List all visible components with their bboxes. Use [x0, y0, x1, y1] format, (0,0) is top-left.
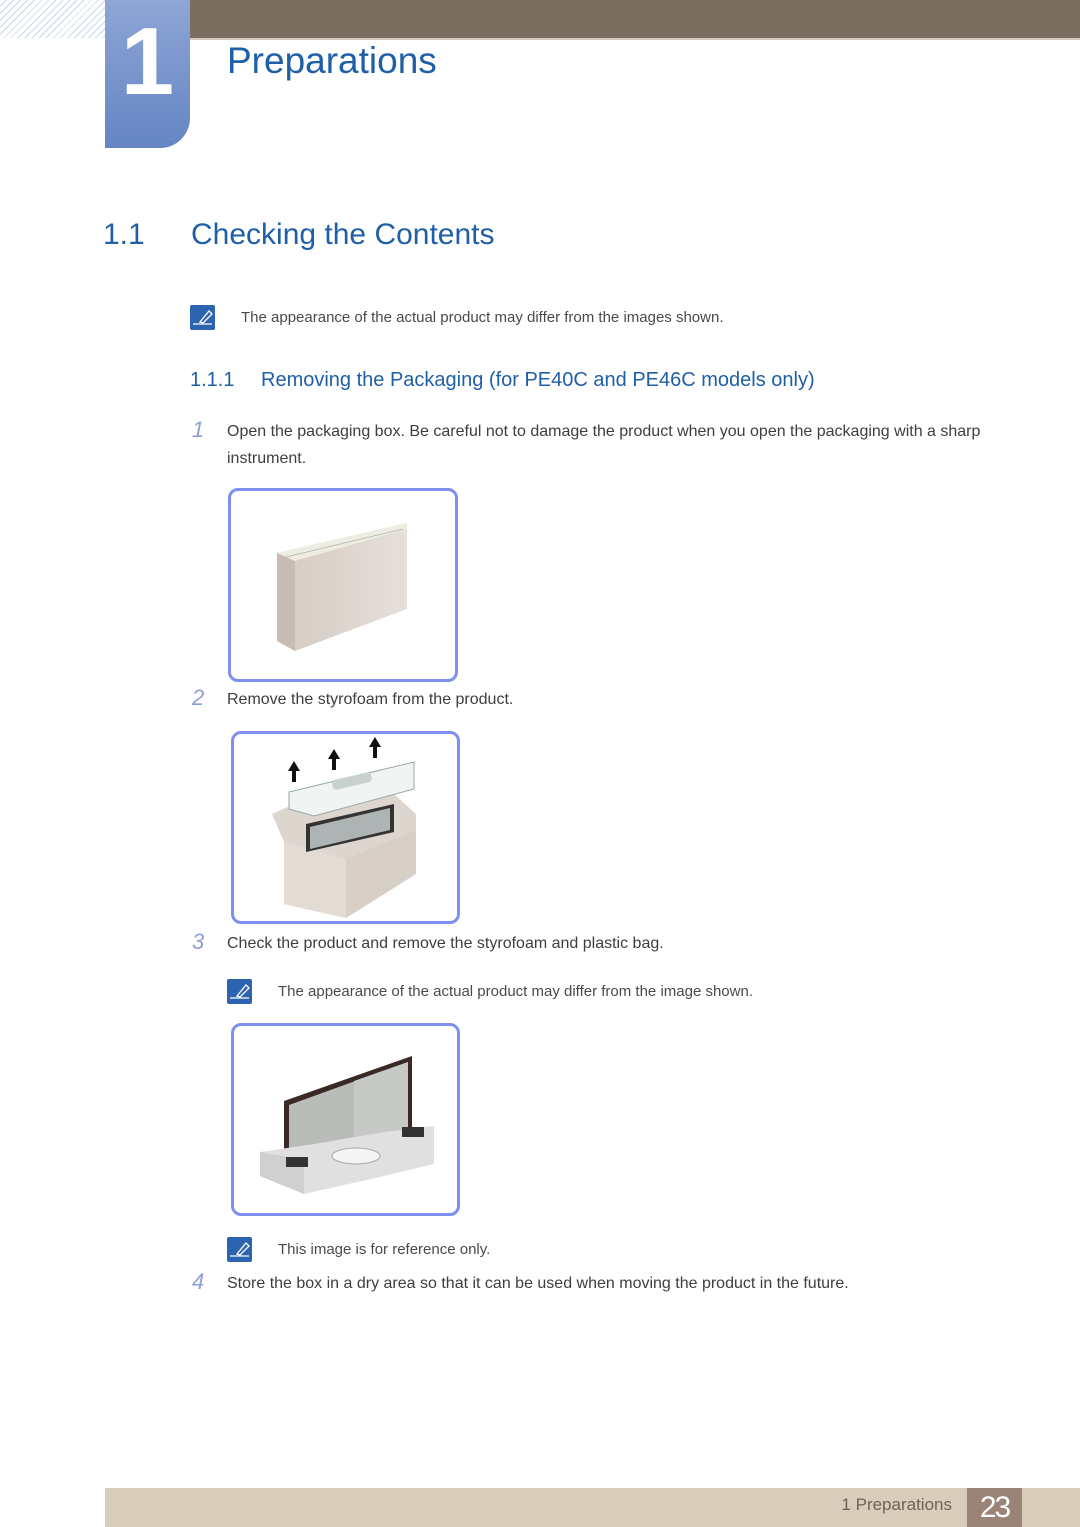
figure-display-in-styrofoam [231, 1023, 460, 1216]
note-text: The appearance of the actual product may… [241, 309, 724, 326]
chapter-title: Preparations [227, 40, 437, 81]
step-number: 3 [192, 929, 205, 954]
step-text: Open the packaging box. Be careful not t… [227, 423, 981, 467]
styrofoam-removal-illustration [272, 737, 416, 918]
step-number: 4 [192, 1269, 205, 1294]
closed-box-illustration [277, 523, 407, 651]
display-in-styrofoam-illustration [260, 1056, 434, 1194]
footer-chapter-label: 1 Preparations [841, 1495, 952, 1514]
section-heading: 1.1 Checking the Contents [103, 218, 495, 252]
page-number: 23 [967, 1488, 1022, 1527]
note-pencil-icon [227, 979, 252, 1004]
note-text: The appearance of the actual product may… [278, 983, 753, 1000]
note: The appearance of the actual product may… [227, 979, 753, 1004]
note-pencil-icon [190, 305, 215, 330]
step: 2 Remove the styrofoam from the product. [190, 685, 1005, 713]
subsection-heading: 1.1.1 Removing the Packaging (for PE40C a… [190, 369, 815, 392]
step: 4 Store the box in a dry area so that it… [190, 1269, 1005, 1297]
note-text: This image is for reference only. [278, 1241, 491, 1258]
section-number: 1.1 [103, 218, 145, 251]
note-pencil-icon [227, 1237, 252, 1262]
step-text: Store the box in a dry area so that it c… [227, 1275, 849, 1292]
header-bar [190, 0, 1080, 40]
figure-styrofoam-removal [231, 731, 460, 924]
chapter-number: 1 [120, 8, 175, 115]
step: 1 Open the packaging box. Be careful not… [190, 417, 1005, 472]
note: The appearance of the actual product may… [190, 305, 724, 330]
note: This image is for reference only. [227, 1237, 490, 1262]
step: 3 Check the product and remove the styro… [190, 929, 1005, 957]
section-title: Checking the Contents [191, 218, 495, 251]
step-number: 2 [192, 685, 205, 710]
subsection-title: Removing the Packaging (for PE40C and PE… [261, 369, 815, 391]
figure-closed-box [228, 488, 458, 682]
subsection-number: 1.1.1 [190, 369, 235, 391]
page-footer: 1 Preparations 23 [105, 1488, 1080, 1527]
step-text: Remove the styrofoam from the product. [227, 691, 514, 708]
step-text: Check the product and remove the styrofo… [227, 935, 664, 952]
step-number: 1 [192, 417, 205, 442]
header-hatch-decoration [0, 0, 105, 38]
